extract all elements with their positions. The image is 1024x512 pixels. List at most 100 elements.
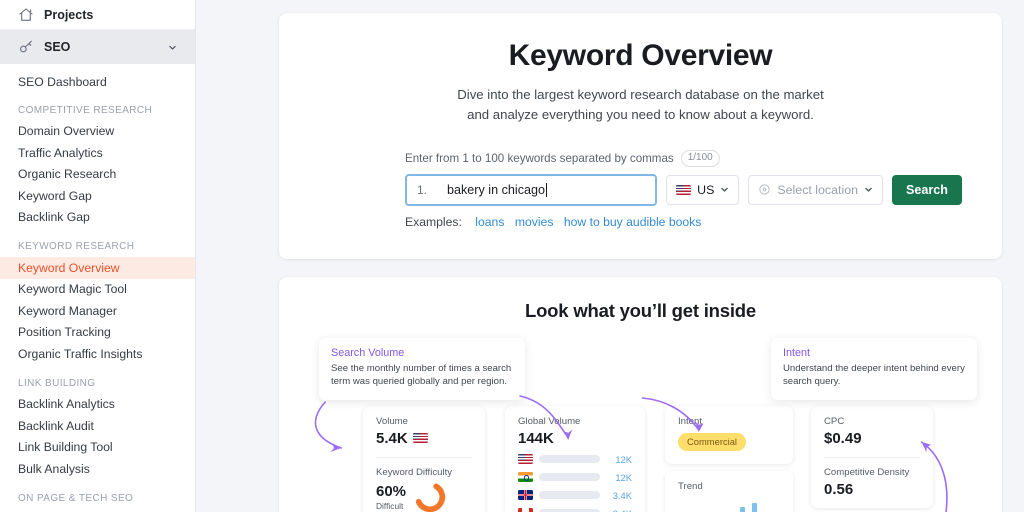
sidebar-item-organic-research[interactable]: Organic Research	[0, 164, 195, 186]
tooltip-title: Search Volume	[331, 346, 405, 359]
country-selector-label: US	[697, 182, 715, 197]
examples-label: Examples:	[405, 214, 462, 229]
gb-flag-icon	[518, 490, 533, 501]
bar-value: 2.4K	[606, 508, 632, 512]
keyword-difficulty-sub: Difficult	[376, 500, 404, 511]
examples-row: Examples: loans movies how to buy audibl…	[405, 215, 962, 229]
keyword-counter-badge: 1/100	[680, 149, 720, 167]
location-pin-icon	[759, 184, 771, 195]
us-flag-icon	[518, 454, 533, 465]
bar-track	[539, 491, 600, 500]
bar-value: 12K	[615, 453, 632, 465]
sidebar-item-label: SEO Dashboard	[18, 74, 107, 89]
sidebar-item-keyword-manager[interactable]: Keyword Manager	[0, 300, 195, 322]
trend-sparkline-chart	[678, 500, 780, 512]
trend-bar	[752, 502, 757, 512]
sidebar-item-label: Keyword Gap	[18, 188, 92, 203]
tooltip-title: Intent	[783, 346, 811, 359]
sidebar-item-backlink-gap[interactable]: Backlink Gap	[0, 207, 195, 229]
sidebar-item-label: Backlink Audit	[18, 418, 94, 433]
sidebar-seo-label: SEO	[44, 40, 71, 54]
chevron-down-icon	[865, 187, 872, 192]
metric-card-intent: Intent Commercial	[665, 405, 793, 464]
keyword-input-value: bakery in chicago	[447, 182, 546, 197]
example-link-loans[interactable]: loans	[475, 215, 504, 229]
sidebar-item-label: Organic Traffic Insights	[18, 346, 143, 361]
app-root: Projects SEO SEO Dashboard COMPETITIVE R…	[0, 0, 1024, 512]
sidebar-item-label: Position Tracking	[18, 325, 111, 340]
ca-flag-icon	[518, 508, 533, 512]
country-selector[interactable]: US	[666, 174, 740, 205]
sidebar-item-organic-traffic-insights[interactable]: Organic Traffic Insights	[0, 343, 195, 365]
home-icon	[18, 7, 34, 23]
global-volume-bar-row: 12K	[518, 472, 632, 483]
global-volume-bar-row: 12K	[518, 454, 632, 465]
example-link-audible-books[interactable]: how to buy audible books	[564, 215, 702, 229]
bar-track	[539, 455, 600, 464]
sidebar-item-projects[interactable]: Projects	[0, 0, 195, 30]
card-divider	[824, 456, 920, 458]
sidebar-item-label: Keyword Overview	[18, 260, 120, 275]
sidebar-group-title: COMPETITIVE RESEARCH	[18, 104, 153, 116]
sidebar-item-label: Link Building Tool	[18, 440, 113, 455]
tooltip-intent: Intent Understand the deeper intent behi…	[771, 337, 977, 400]
in-flag-icon	[518, 472, 533, 483]
sidebar-projects-label: Projects	[44, 7, 94, 22]
bar-value: 12K	[615, 471, 632, 483]
sidebar-item-backlink-audit[interactable]: Backlink Audit	[0, 415, 195, 437]
cpc-label: CPC	[824, 415, 845, 427]
keyword-difficulty-row: 60% Difficult	[376, 480, 472, 512]
sidebar-item-label: Domain Overview	[18, 124, 115, 139]
tooltip-search-volume: Search Volume See the monthly number of …	[319, 337, 525, 400]
sidebar-item-keyword-overview[interactable]: Keyword Overview	[0, 257, 195, 279]
volume-value: 5.4K	[376, 429, 408, 447]
search-controls: 1. bakery in chicago US Select location	[405, 173, 962, 206]
chevron-down-icon[interactable]	[168, 43, 177, 52]
sidebar-item-site-audit[interactable]: Site Audit	[0, 509, 195, 512]
metric-card-volume: Volume 5.4K Keyword Difficulty 60% Diffi…	[363, 405, 485, 512]
us-flag-icon	[412, 433, 428, 444]
sidebar-item-traffic-analytics[interactable]: Traffic Analytics	[0, 142, 195, 164]
sidebar-item-bulk-analysis[interactable]: Bulk Analysis	[0, 458, 195, 480]
intent-label: Intent	[678, 415, 703, 427]
sidebar-section-seo[interactable]: SEO	[0, 30, 195, 64]
sidebar-item-label: Backlink Analytics	[18, 397, 115, 412]
competitive-density-value: 0.56	[824, 480, 854, 498]
sidebar-item-domain-overview[interactable]: Domain Overview	[0, 121, 195, 143]
sidebar-item-backlink-analytics[interactable]: Backlink Analytics	[0, 394, 195, 416]
example-link-movies[interactable]: movies	[515, 215, 554, 229]
keyword-search-input[interactable]: 1. bakery in chicago	[405, 173, 658, 206]
sidebar-group-title: ON PAGE & TECH SEO	[18, 492, 134, 504]
sidebar-item-link-building-tool[interactable]: Link Building Tool	[0, 437, 195, 459]
sidebar-item-keyword-gap[interactable]: Keyword Gap	[0, 185, 195, 207]
promo-stage: Search Volume See the monthly number of …	[279, 337, 1002, 512]
global-volume-bar-row: 3.4K	[518, 490, 632, 501]
tooltip-body: Understand the deeper intent behind ever…	[783, 362, 965, 388]
competitive-density-label: Competitive Density	[824, 466, 910, 478]
search-button[interactable]: Search	[891, 174, 962, 205]
page-subtitle: Dive into the largest keyword research d…	[406, 85, 876, 125]
main-content: Keyword Overview Dive into the largest k…	[196, 0, 1024, 512]
page-subtitle-line2: and analyze everything you need to know …	[467, 106, 814, 122]
sidebar-item-seo-dashboard[interactable]: SEO Dashboard	[0, 71, 195, 93]
global-volume-label: Global Volume	[518, 415, 581, 427]
location-selector[interactable]: Select location	[748, 174, 883, 205]
metric-card-cpc: CPC $0.49 Competitive Density 0.56	[811, 405, 933, 508]
bar-value: 3.4K	[612, 489, 632, 501]
search-hint-label: Enter from 1 to 100 keywords separated b…	[405, 151, 674, 165]
sidebar-item-label: Organic Research	[18, 167, 117, 182]
keyword-difficulty-donut-chart	[414, 481, 446, 512]
keyword-overview-hero-card: Keyword Overview Dive into the largest k…	[279, 13, 1002, 259]
sidebar-item-position-tracking[interactable]: Position Tracking	[0, 322, 195, 344]
sidebar-item-keyword-magic-tool[interactable]: Keyword Magic Tool	[0, 279, 195, 301]
promo-panel: Look what you’ll get inside Search Volum…	[279, 276, 1002, 512]
chevron-down-icon	[721, 187, 729, 192]
card-divider	[376, 456, 472, 458]
sidebar-item-label: Keyword Manager	[18, 303, 117, 318]
trend-bar	[740, 506, 745, 512]
sidebar-group-title: LINK BUILDING	[18, 377, 96, 389]
sidebar-item-label: Traffic Analytics	[18, 145, 103, 160]
sidebar: Projects SEO SEO Dashboard COMPETITIVE R…	[0, 0, 196, 512]
search-hint-row: Enter from 1 to 100 keywords separated b…	[405, 149, 962, 167]
sidebar-group-title: KEYWORD RESEARCH	[18, 241, 135, 252]
